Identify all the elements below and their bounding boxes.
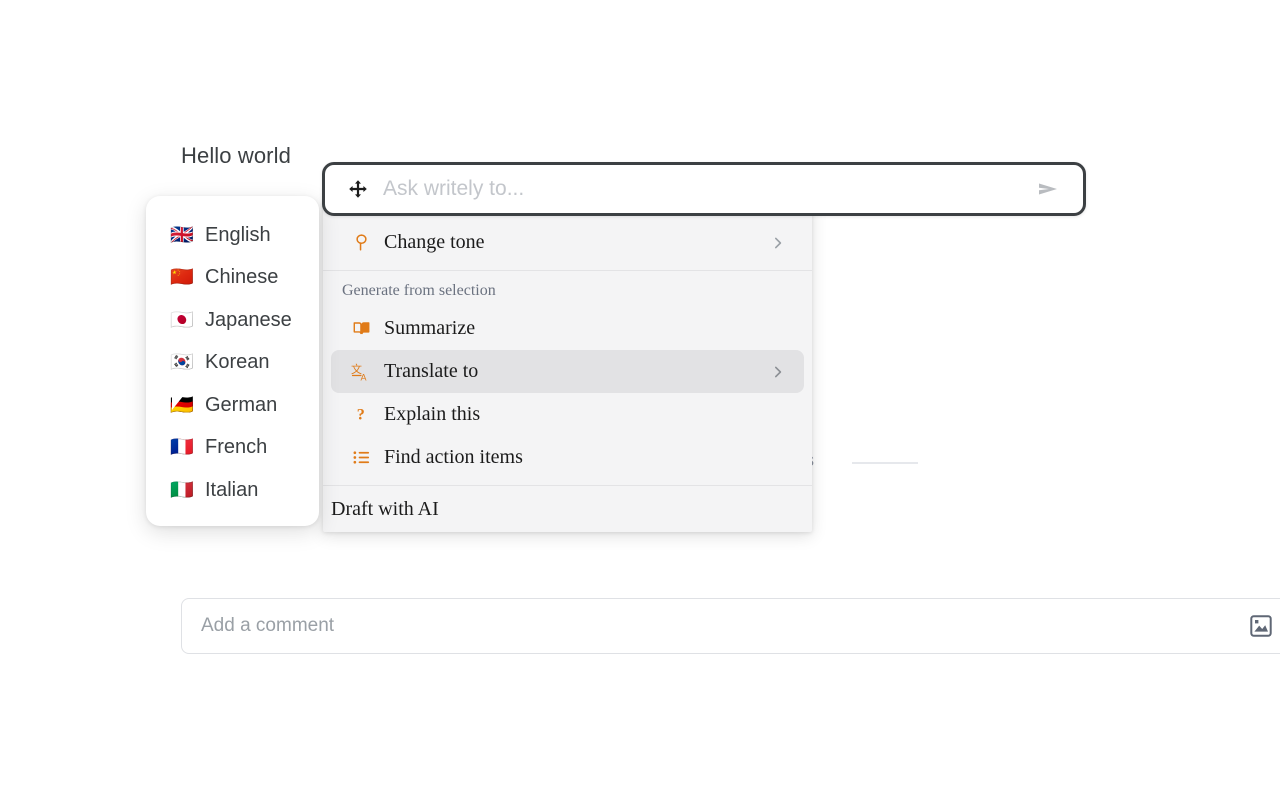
language-item-german[interactable]: 🇩🇪 German	[146, 384, 319, 427]
writely-ai-menu: Make Longer Change tone Generate from se…	[323, 200, 812, 532]
menu-section-heading: Generate from selection	[342, 282, 496, 299]
language-label: Italian	[205, 478, 259, 501]
language-label: Japanese	[205, 308, 292, 331]
svg-text:A: A	[361, 372, 367, 382]
menu-item-find-action-items[interactable]: Find action items	[331, 436, 804, 479]
menu-item-label: Change tone	[384, 231, 485, 253]
language-item-korean[interactable]: 🇰🇷 Korean	[146, 342, 319, 385]
document-horizontal-rule	[852, 462, 918, 464]
menu-item-explain-this[interactable]: ? Explain this	[331, 393, 804, 436]
question-mark-icon: ?	[350, 404, 372, 426]
language-item-english[interactable]: 🇬🇧 English	[146, 214, 319, 257]
menu-item-translate-to[interactable]: 文 A Translate to	[331, 350, 804, 393]
menu-item-label: Explain this	[384, 403, 481, 425]
add-comment-bar[interactable]: Add a comment	[181, 598, 1280, 654]
flag-icon: 🇨🇳	[170, 266, 194, 289]
chevron-right-icon	[770, 235, 786, 251]
language-item-french[interactable]: 🇫🇷 French	[146, 427, 319, 470]
language-label: English	[205, 223, 271, 246]
ask-writely-placeholder: Ask writely to...	[383, 177, 525, 200]
language-item-italian[interactable]: 🇮🇹 Italian	[146, 469, 319, 512]
menu-item-label: Find action items	[384, 446, 523, 468]
menu-divider	[323, 270, 812, 271]
move-icon[interactable]	[347, 178, 369, 200]
app-root: Hello world this Make Longer	[0, 0, 1280, 800]
flag-icon: 🇯🇵	[170, 308, 194, 331]
svg-text:?: ?	[356, 406, 364, 423]
language-item-japanese[interactable]: 🇯🇵 Japanese	[146, 299, 319, 342]
menu-item-summarize[interactable]: Summarize	[331, 307, 804, 350]
language-label: French	[205, 436, 268, 459]
flag-icon: 🇬🇧	[170, 223, 194, 246]
book-icon	[350, 318, 372, 340]
menu-scroll-region: Make Longer Change tone Generate from se…	[323, 200, 812, 531]
language-label: Korean	[205, 351, 270, 374]
menu-item-change-tone[interactable]: Change tone	[331, 221, 804, 264]
image-icon[interactable]	[1248, 613, 1274, 639]
tone-icon	[350, 232, 372, 254]
language-item-chinese[interactable]: 🇨🇳 Chinese	[146, 257, 319, 300]
chevron-right-icon	[770, 364, 786, 380]
send-arrow-icon[interactable]	[1033, 174, 1063, 204]
add-comment-placeholder: Add a comment	[201, 615, 335, 636]
menu-item-label: Draft with AI	[331, 498, 439, 520]
language-label: German	[205, 393, 278, 416]
flag-icon: 🇫🇷	[170, 436, 194, 459]
menu-item-draft-with-ai[interactable]: Draft with AI	[331, 488, 804, 531]
menu-item-label: Summarize	[384, 317, 476, 339]
menu-item-label: Translate to	[384, 360, 479, 382]
language-label: Chinese	[205, 266, 279, 289]
flag-icon: 🇮🇹	[170, 478, 194, 501]
list-icon	[350, 447, 372, 469]
document-title: Hello world	[181, 143, 291, 168]
language-submenu-panel: 🇬🇧 English 🇨🇳 Chinese 🇯🇵 Japanese 🇰🇷 Kor…	[146, 196, 319, 526]
flag-icon: 🇰🇷	[170, 351, 194, 374]
menu-divider	[323, 485, 812, 486]
translate-icon: 文 A	[350, 361, 372, 383]
ask-writely-input-bar[interactable]: Ask writely to...	[322, 162, 1086, 216]
